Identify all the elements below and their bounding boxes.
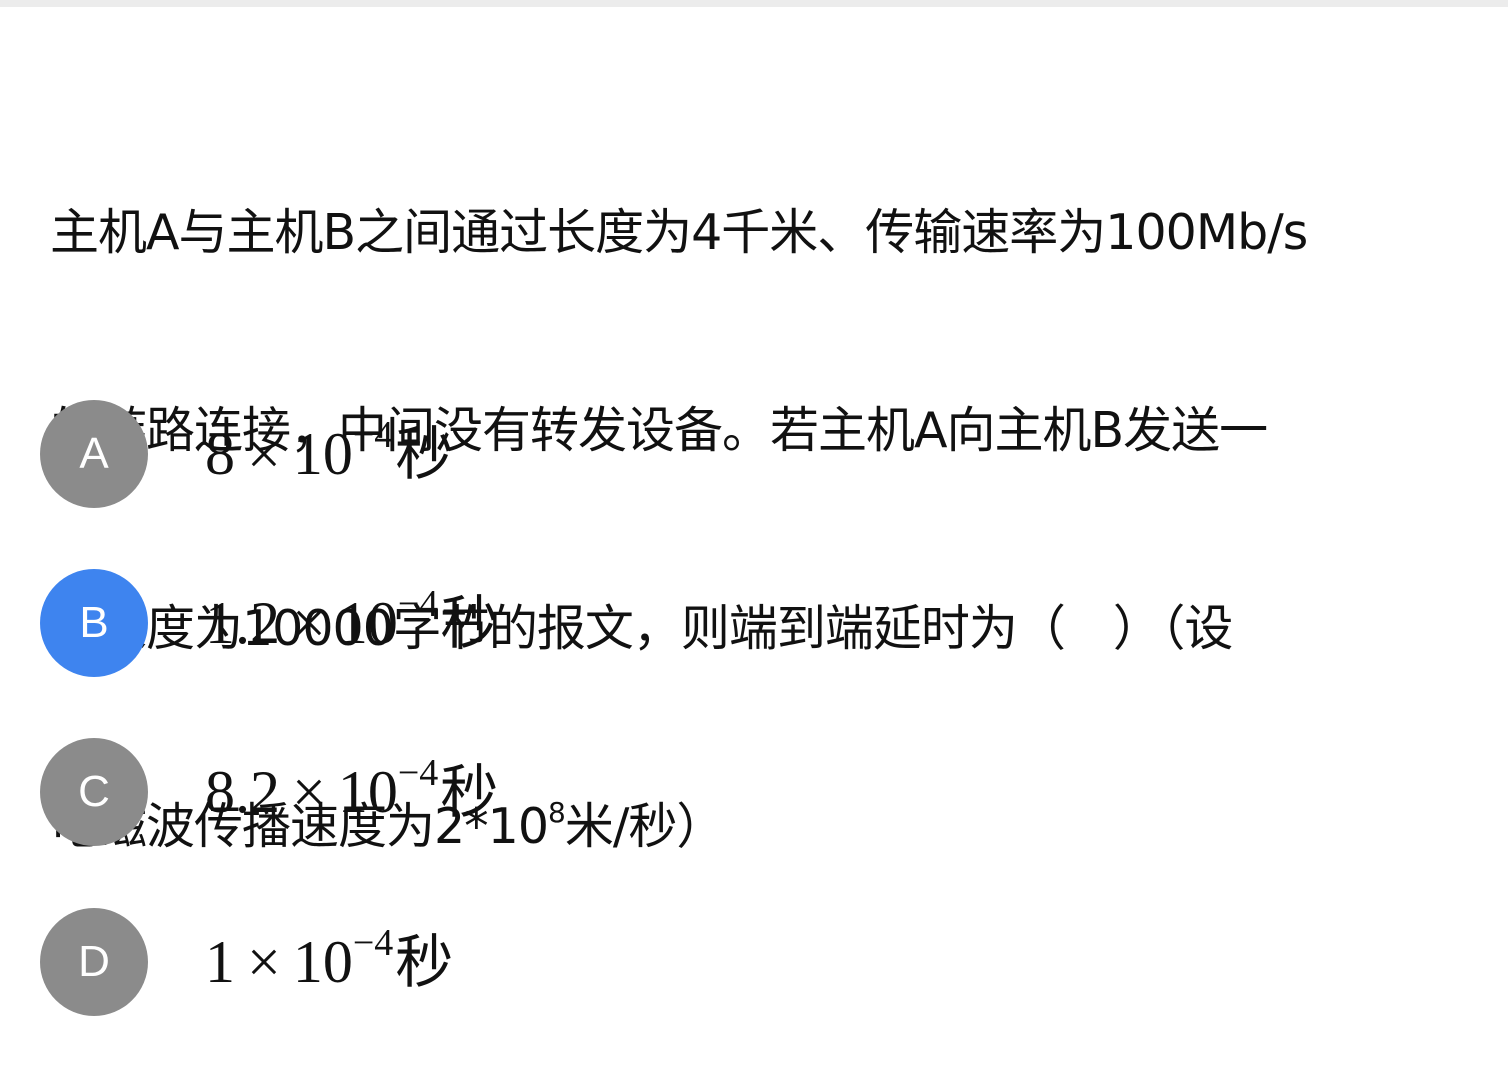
- option-c-base: 10: [337, 759, 398, 825]
- option-c-exponent: −4: [397, 752, 439, 794]
- option-c-badge[interactable]: C: [40, 738, 148, 846]
- option-b-unit: 秒: [440, 589, 499, 657]
- option-a-times: ×: [247, 421, 281, 487]
- option-c-mantissa: 8.2: [205, 759, 280, 825]
- option-d-unit: 秒: [395, 928, 454, 996]
- option-b[interactable]: B 1.2 × 10−4秒: [40, 569, 1460, 677]
- option-a-badge[interactable]: A: [40, 400, 148, 508]
- option-b-value: 1.2 × 10−4秒: [205, 569, 498, 677]
- option-d-badge[interactable]: D: [40, 908, 148, 1016]
- option-c-value: 8.2 × 10−4秒: [205, 738, 498, 846]
- option-b-exponent: −4: [397, 583, 439, 625]
- option-b-base: 10: [337, 590, 398, 656]
- option-a-mantissa: 8: [205, 421, 235, 487]
- option-a[interactable]: A 8 × 10−4秒: [40, 400, 1460, 508]
- option-b-mantissa: 1.2: [205, 590, 280, 656]
- top-divider: [0, 0, 1508, 7]
- option-b-times: ×: [292, 590, 326, 656]
- option-d-mantissa: 1: [205, 929, 235, 995]
- option-a-exponent: −4: [352, 414, 394, 456]
- question-line-1: 主机A与主机B之间通过长度为4千米、传输速率为100Mb/s: [50, 204, 1308, 261]
- option-c[interactable]: C 8.2 × 10−4秒: [40, 738, 1460, 846]
- option-a-unit: 秒: [395, 420, 454, 488]
- option-c-times: ×: [292, 759, 326, 825]
- option-d-exponent: −4: [352, 922, 394, 964]
- option-a-value: 8 × 10−4秒: [205, 400, 453, 508]
- option-b-badge[interactable]: B: [40, 569, 148, 677]
- option-d[interactable]: D 1 × 10−4秒: [40, 908, 1460, 1016]
- option-d-base: 10: [292, 929, 353, 995]
- option-c-unit: 秒: [440, 758, 499, 826]
- option-d-times: ×: [247, 929, 281, 995]
- question-text: 主机A与主机B之间通过长度为4千米、传输速率为100Mb/s 的链路连接，中间没…: [50, 68, 1450, 855]
- option-d-value: 1 × 10−4秒: [205, 908, 453, 1016]
- option-a-base: 10: [292, 421, 353, 487]
